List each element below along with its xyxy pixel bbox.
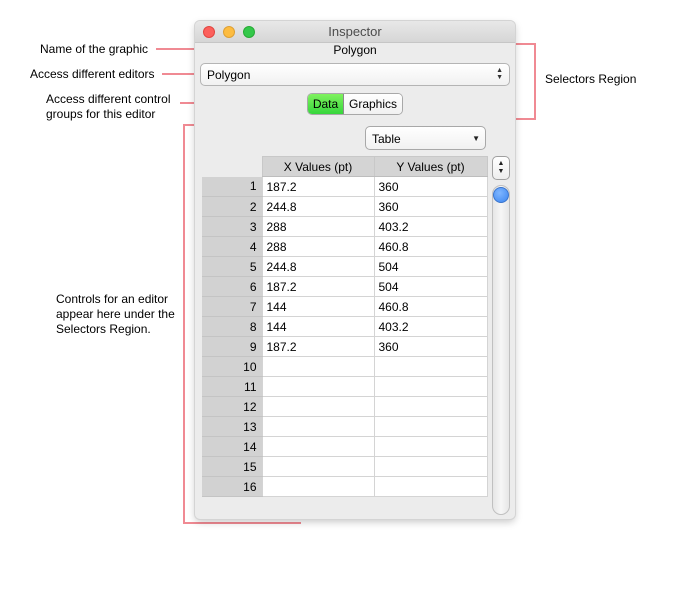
cell-x-value[interactable]: 144: [261, 296, 375, 317]
scroll-stepper[interactable]: ▲ ▼: [492, 156, 510, 180]
cell-x-value[interactable]: [261, 456, 375, 477]
cell-y-value[interactable]: 360: [374, 336, 488, 357]
row-number[interactable]: 9: [202, 336, 262, 357]
table-row: 14: [202, 436, 488, 457]
table-row: 2 244.8 360: [202, 196, 488, 217]
window-title: Inspector: [328, 24, 382, 39]
graphic-name-label: Polygon: [333, 43, 377, 57]
table-row: 1 187.2 360: [202, 176, 488, 197]
cell-x-value[interactable]: 187.2: [261, 276, 375, 297]
annotation-access-editors: Access different editors: [30, 67, 155, 81]
cell-y-value[interactable]: 403.2: [374, 316, 488, 337]
cell-x-value[interactable]: [261, 416, 375, 437]
row-number[interactable]: 2: [202, 196, 262, 217]
view-popup-value: Table: [372, 132, 401, 146]
controls-bracket-bottom: [183, 522, 301, 524]
control-group-selector[interactable]: Data Graphics: [307, 93, 403, 115]
column-header-x[interactable]: X Values (pt): [261, 156, 375, 177]
table-row: 13: [202, 416, 488, 437]
segment-data[interactable]: Data: [308, 94, 344, 114]
cell-x-value[interactable]: 288: [261, 216, 375, 237]
stepper-arrows-icon: ▲ ▼: [497, 160, 505, 175]
row-number[interactable]: 16: [202, 476, 262, 497]
updown-arrows-icon: ▲ ▼: [496, 67, 503, 81]
row-number[interactable]: 12: [202, 396, 262, 417]
cell-y-value[interactable]: [374, 376, 488, 397]
data-table: X Values (pt) Y Values (pt) 1 187.2 360 2 24…: [202, 156, 488, 497]
scrollbar-knob[interactable]: [493, 187, 509, 203]
cell-x-value[interactable]: 244.8: [261, 256, 375, 277]
segment-graphics[interactable]: Graphics: [344, 94, 402, 114]
table-row: 5 244.8 504: [202, 256, 488, 277]
annotation-controls-editor: Controls for an editor appear here under…: [56, 292, 175, 336]
cell-y-value[interactable]: [374, 436, 488, 457]
annotation-access-control-groups: Access different control groups for this…: [46, 92, 171, 121]
cell-y-value[interactable]: 360: [374, 176, 488, 197]
editor-popup-value: Polygon: [207, 68, 251, 82]
cell-y-value[interactable]: 460.8: [374, 236, 488, 257]
cell-x-value[interactable]: [261, 396, 375, 417]
cell-y-value[interactable]: 460.8: [374, 296, 488, 317]
row-number[interactable]: 14: [202, 436, 262, 457]
row-number[interactable]: 7: [202, 296, 262, 317]
cell-x-value[interactable]: 288: [261, 236, 375, 257]
table-row: 6 187.2 504: [202, 276, 488, 297]
table-row: 3 288 403.2: [202, 216, 488, 237]
cell-x-value[interactable]: [261, 356, 375, 377]
table-row: 4 288 460.8: [202, 236, 488, 257]
table-corner: [202, 156, 262, 177]
inspector-window: Inspector Polygon Polygon ▲ ▼ Data Graphi…: [195, 21, 515, 519]
row-number[interactable]: 4: [202, 236, 262, 257]
table-body: 1 187.2 360 2 244.8 360 3 288 403.2 4 288 460.8 5 244…: [202, 176, 488, 497]
row-number[interactable]: 10: [202, 356, 262, 377]
cell-y-value[interactable]: 403.2: [374, 216, 488, 237]
row-number[interactable]: 3: [202, 216, 262, 237]
cell-y-value[interactable]: 504: [374, 276, 488, 297]
cell-y-value[interactable]: 360: [374, 196, 488, 217]
row-number[interactable]: 15: [202, 456, 262, 477]
row-number[interactable]: 8: [202, 316, 262, 337]
table-row: 15: [202, 456, 488, 477]
cell-y-value[interactable]: [374, 476, 488, 497]
title-bar[interactable]: Inspector: [195, 21, 515, 43]
cell-y-value[interactable]: [374, 396, 488, 417]
annotation-selectors-region: Selectors Region: [545, 72, 637, 86]
cell-x-value[interactable]: 187.2: [261, 336, 375, 357]
column-header-y[interactable]: Y Values (pt): [373, 156, 488, 177]
data-table-container: X Values (pt) Y Values (pt) 1 187.2 360 2 24…: [202, 156, 488, 497]
row-number[interactable]: 5: [202, 256, 262, 277]
cell-y-value[interactable]: [374, 456, 488, 477]
view-popup[interactable]: Table ▼: [365, 126, 486, 150]
table-row: 11: [202, 376, 488, 397]
scrollbar-track[interactable]: [492, 185, 510, 515]
cell-y-value[interactable]: [374, 356, 488, 377]
table-row: 16: [202, 476, 488, 497]
chevron-down-icon: ▼: [472, 134, 480, 143]
table-row: 9 187.2 360: [202, 336, 488, 357]
cell-x-value[interactable]: [261, 376, 375, 397]
row-number[interactable]: 6: [202, 276, 262, 297]
row-number[interactable]: 13: [202, 416, 262, 437]
cell-x-value[interactable]: [261, 476, 375, 497]
table-row: 7 144 460.8: [202, 296, 488, 317]
table-row: 10: [202, 356, 488, 377]
cell-x-value[interactable]: 187.2: [261, 176, 375, 197]
row-number[interactable]: 1: [202, 176, 262, 197]
selectors-bracket-side: [534, 43, 536, 120]
controls-bracket-side: [183, 124, 185, 524]
editor-popup[interactable]: Polygon ▲ ▼: [200, 63, 510, 86]
cell-x-value[interactable]: 144: [261, 316, 375, 337]
row-number[interactable]: 11: [202, 376, 262, 397]
cell-x-value[interactable]: [261, 436, 375, 457]
table-row: 12: [202, 396, 488, 417]
cell-y-value[interactable]: 504: [374, 256, 488, 277]
table-row: 8 144 403.2: [202, 316, 488, 337]
cell-y-value[interactable]: [374, 416, 488, 437]
annotation-name-of-graphic: Name of the graphic: [40, 42, 149, 56]
cell-x-value[interactable]: 244.8: [261, 196, 375, 217]
